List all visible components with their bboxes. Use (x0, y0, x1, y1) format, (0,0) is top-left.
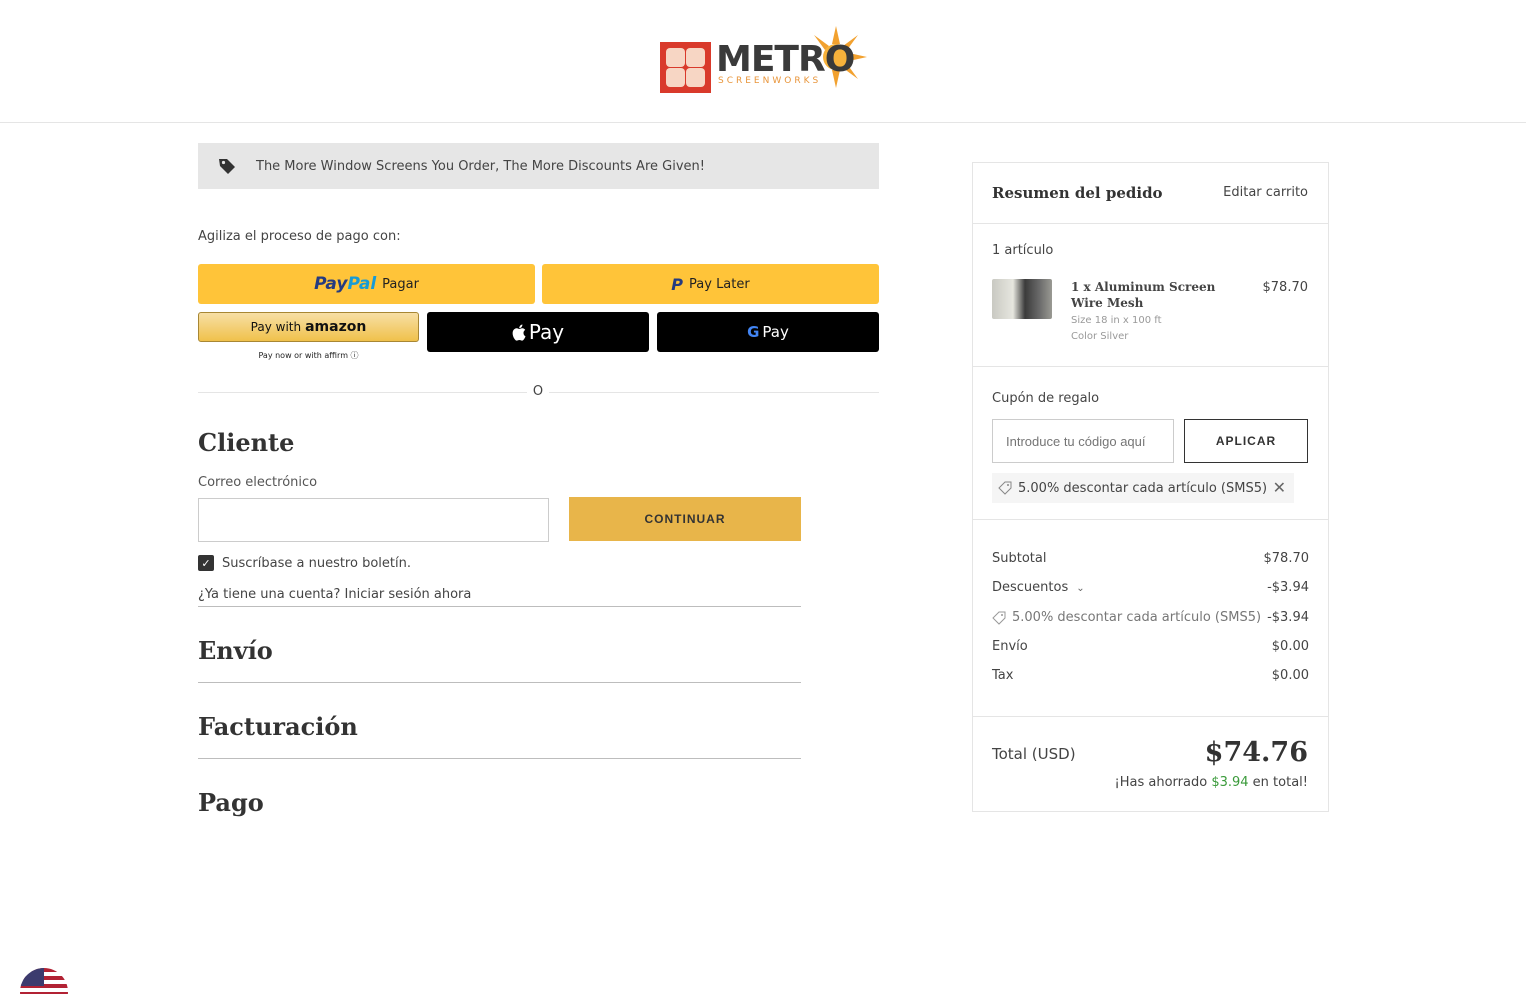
logo-wordmark: METRO (716, 39, 855, 80)
subtotal-label: Subtotal (992, 551, 1047, 566)
tax-label: Tax (992, 668, 1014, 683)
promo-banner: The More Window Screens You Order, The M… (198, 143, 879, 189)
customer-section-title: Cliente (198, 428, 295, 457)
login-link[interactable]: ¿Ya tiene una cuenta? Iniciar sesión aho… (198, 587, 471, 602)
amazon-logo: amazon (305, 319, 367, 335)
discounts-label: Descuentos (992, 580, 1069, 595)
product-name: 1 x Aluminum Screen Wire Mesh (1071, 280, 1216, 310)
shipping-label: Envío (992, 639, 1028, 654)
shipping-section-title: Envío (198, 636, 273, 665)
edit-cart-link[interactable]: Editar carrito (1223, 185, 1308, 200)
amazon-pay-prefix: Pay with (250, 320, 302, 334)
discounts-value: -$3.94 (1267, 580, 1309, 595)
paypal-paylater-button[interactable]: P Pay Later (542, 264, 879, 304)
discount-line-value: -$3.94 (1267, 610, 1309, 625)
affirm-note: Pay now or with affirm ⓘ (258, 351, 359, 360)
shipping-row: Envío $0.00 (992, 639, 1309, 654)
divider (198, 606, 801, 607)
google-g-icon: G (747, 323, 760, 341)
tag-outline-icon (992, 611, 1006, 625)
coupon-section: Cupón de regalo APLICAR 5.00% descontar … (973, 367, 1328, 520)
google-pay-button[interactable]: G Pay (657, 312, 879, 352)
applied-coupon-chip: 5.00% descontar cada artículo (SMS5) ✕ (992, 473, 1294, 503)
grand-total-section: Total (USD) $74.76 ¡Has ahorrado $3.94 e… (973, 717, 1328, 811)
payment-section-title: Pago (198, 788, 264, 817)
apple-pay-label: Pay (528, 320, 565, 344)
apple-icon (512, 324, 526, 341)
savings-suffix: en total! (1248, 775, 1308, 790)
paypal-button-label: Pagar (382, 276, 419, 292)
order-summary: Resumen del pedido Editar carrito 1 artí… (972, 162, 1329, 812)
applied-coupon-text: 5.00% descontar cada artículo (SMS5) (1018, 480, 1268, 496)
coupon-input[interactable] (992, 419, 1174, 463)
express-checkout-label: Agiliza el proceso de pago con: (198, 229, 401, 244)
chevron-down-icon: ⌄ (1076, 583, 1085, 594)
or-text: O (527, 384, 549, 399)
tax-row: Tax $0.00 (992, 668, 1309, 683)
logo-subtitle: SCREENWORKS (718, 76, 822, 86)
newsletter-option[interactable]: ✓ Suscríbase a nuestro boletín. (198, 555, 411, 571)
discounts-toggle[interactable]: Descuentos ⌄ (992, 580, 1085, 595)
tag-outline-icon (998, 481, 1012, 495)
product-color: Color Silver (1071, 331, 1129, 342)
paypal-button[interactable]: PayPal Pagar (198, 264, 535, 304)
newsletter-label: Suscríbase a nuestro boletín. (222, 555, 411, 571)
tag-icon (219, 159, 235, 174)
billing-section-title: Facturación (198, 712, 358, 741)
paylater-label: Pay Later (689, 276, 750, 292)
google-pay-label: Pay (762, 323, 789, 341)
product-thumbnail (992, 279, 1052, 319)
shipping-value: $0.00 (1271, 639, 1309, 654)
items-count: 1 artículo (992, 243, 1054, 258)
divider (198, 758, 801, 759)
apply-coupon-button[interactable]: APLICAR (1184, 419, 1308, 463)
discounts-row[interactable]: Descuentos ⌄ -$3.94 (992, 580, 1309, 595)
savings-prefix: ¡Has ahorrado (1114, 775, 1212, 790)
totals-section: Subtotal $78.70 Descuentos ⌄ -$3.94 5.00%… (973, 520, 1328, 717)
savings-message: ¡Has ahorrado $3.94 en total! (1115, 775, 1308, 790)
paypal-logo-pal: Pal (347, 274, 377, 294)
divider (198, 682, 801, 683)
amazon-pay-button[interactable]: Pay with amazon (198, 312, 419, 342)
site-header: METRO SCREENWORKS (0, 0, 1526, 123)
product-price: $78.70 (1262, 280, 1309, 295)
newsletter-checkbox[interactable]: ✓ (198, 555, 214, 571)
paypal-icon: P (671, 274, 684, 294)
logo-mark-icon (660, 42, 711, 93)
grand-total-value: $74.76 (1204, 737, 1308, 768)
subtotal-row: Subtotal $78.70 (992, 551, 1309, 566)
order-summary-header: Resumen del pedido Editar carrito (973, 163, 1328, 224)
promo-text: The More Window Screens You Order, The M… (256, 158, 705, 174)
coupon-label: Cupón de regalo (992, 391, 1100, 406)
order-summary-title: Resumen del pedido (992, 184, 1163, 202)
email-field[interactable] (198, 498, 549, 542)
product-size: Size 18 in x 100 ft (1071, 315, 1162, 326)
discount-line-row: 5.00% descontar cada artículo (SMS5) -$3… (992, 610, 1309, 625)
apple-pay-button[interactable]: Pay (427, 312, 649, 352)
email-label: Correo electrónico (198, 475, 318, 490)
savings-amount: $3.94 (1211, 775, 1249, 790)
discount-line-label: 5.00% descontar cada artículo (SMS5) (1012, 610, 1262, 625)
order-items: 1 artículo 1 x Aluminum Screen Wire Mesh… (973, 224, 1328, 367)
us-flag-icon[interactable] (20, 968, 68, 994)
tax-value: $0.00 (1271, 668, 1309, 683)
remove-coupon-close-icon[interactable]: ✕ (1273, 478, 1286, 497)
paypal-logo: PayPal (314, 274, 376, 294)
grand-total-label: Total (USD) (992, 745, 1076, 763)
metro-screenworks-logo[interactable]: METRO SCREENWORKS (660, 26, 870, 96)
subtotal-value: $78.70 (1263, 551, 1310, 566)
continue-button[interactable]: CONTINUAR (569, 497, 801, 541)
paypal-logo-pay: Pay (314, 274, 348, 294)
